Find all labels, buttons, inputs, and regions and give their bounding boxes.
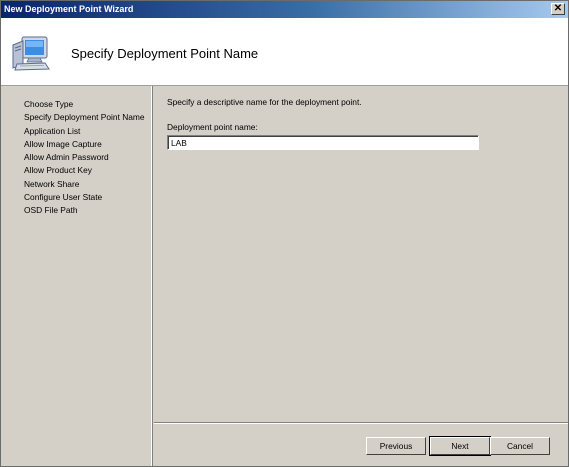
deployment-point-name-input[interactable] — [167, 135, 479, 150]
step-configure-user-state[interactable]: Configure User State — [24, 191, 145, 204]
page-title: Specify Deployment Point Name — [71, 46, 259, 61]
steps-list: Choose Type Specify Deployment Point Nam… — [24, 98, 145, 218]
window-title: New Deployment Point Wizard — [4, 4, 134, 14]
button-bar: Previous Next Cancel — [154, 422, 568, 466]
previous-button[interactable]: Previous — [366, 437, 426, 455]
title-bar[interactable]: New Deployment Point Wizard ✕ — [1, 1, 568, 18]
step-specify-deployment-point-name[interactable]: Specify Deployment Point Name — [24, 111, 145, 124]
step-allow-image-capture[interactable]: Allow Image Capture — [24, 138, 145, 151]
content-area: Specify a descriptive name for the deplo… — [154, 86, 568, 422]
deployment-point-name-label: Deployment point name: — [167, 122, 258, 132]
computer-icon — [12, 36, 50, 71]
wizard-header: Specify Deployment Point Name — [1, 18, 568, 86]
step-osd-file-path[interactable]: OSD File Path — [24, 204, 145, 217]
step-allow-admin-password[interactable]: Allow Admin Password — [24, 151, 145, 164]
steps-panel: Choose Type Specify Deployment Point Nam… — [1, 86, 152, 466]
step-allow-product-key[interactable]: Allow Product Key — [24, 164, 145, 177]
cancel-button[interactable]: Cancel — [490, 437, 550, 455]
step-network-share[interactable]: Network Share — [24, 178, 145, 191]
close-icon: ✕ — [553, 3, 563, 14]
step-choose-type[interactable]: Choose Type — [24, 98, 145, 111]
step-application-list[interactable]: Application List — [24, 125, 145, 138]
wizard-window: New Deployment Point Wizard ✕ Specify De… — [0, 0, 569, 467]
instructions-text: Specify a descriptive name for the deplo… — [167, 97, 362, 107]
next-button[interactable]: Next — [429, 436, 491, 456]
close-button[interactable]: ✕ — [551, 3, 565, 15]
